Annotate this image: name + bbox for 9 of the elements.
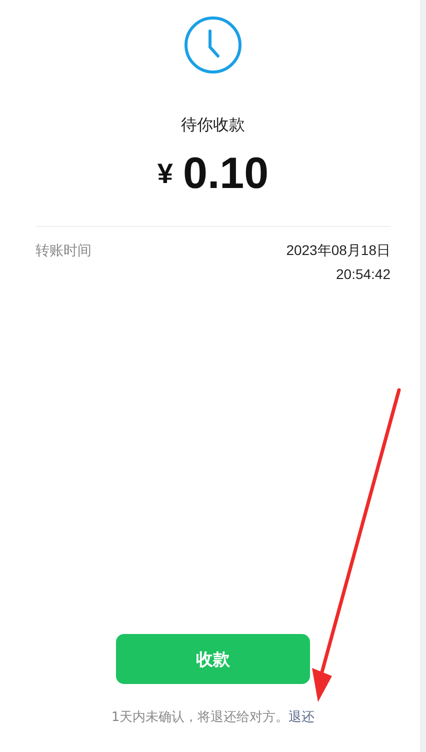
return-link[interactable]: 退还 [288, 708, 315, 726]
detail-label: 转账时间 [36, 242, 92, 262]
currency-symbol: ¥ [157, 158, 173, 190]
clock-icon [183, 15, 243, 75]
status-text: 待你收款 [181, 115, 245, 136]
amount-value: 0.10 [182, 150, 269, 198]
detail-value: 2023年08月18日 [286, 242, 390, 260]
detail-value: 20:54:42 [336, 266, 390, 282]
footer-text: 1天内未确认，将退还给对方。 [111, 709, 289, 726]
